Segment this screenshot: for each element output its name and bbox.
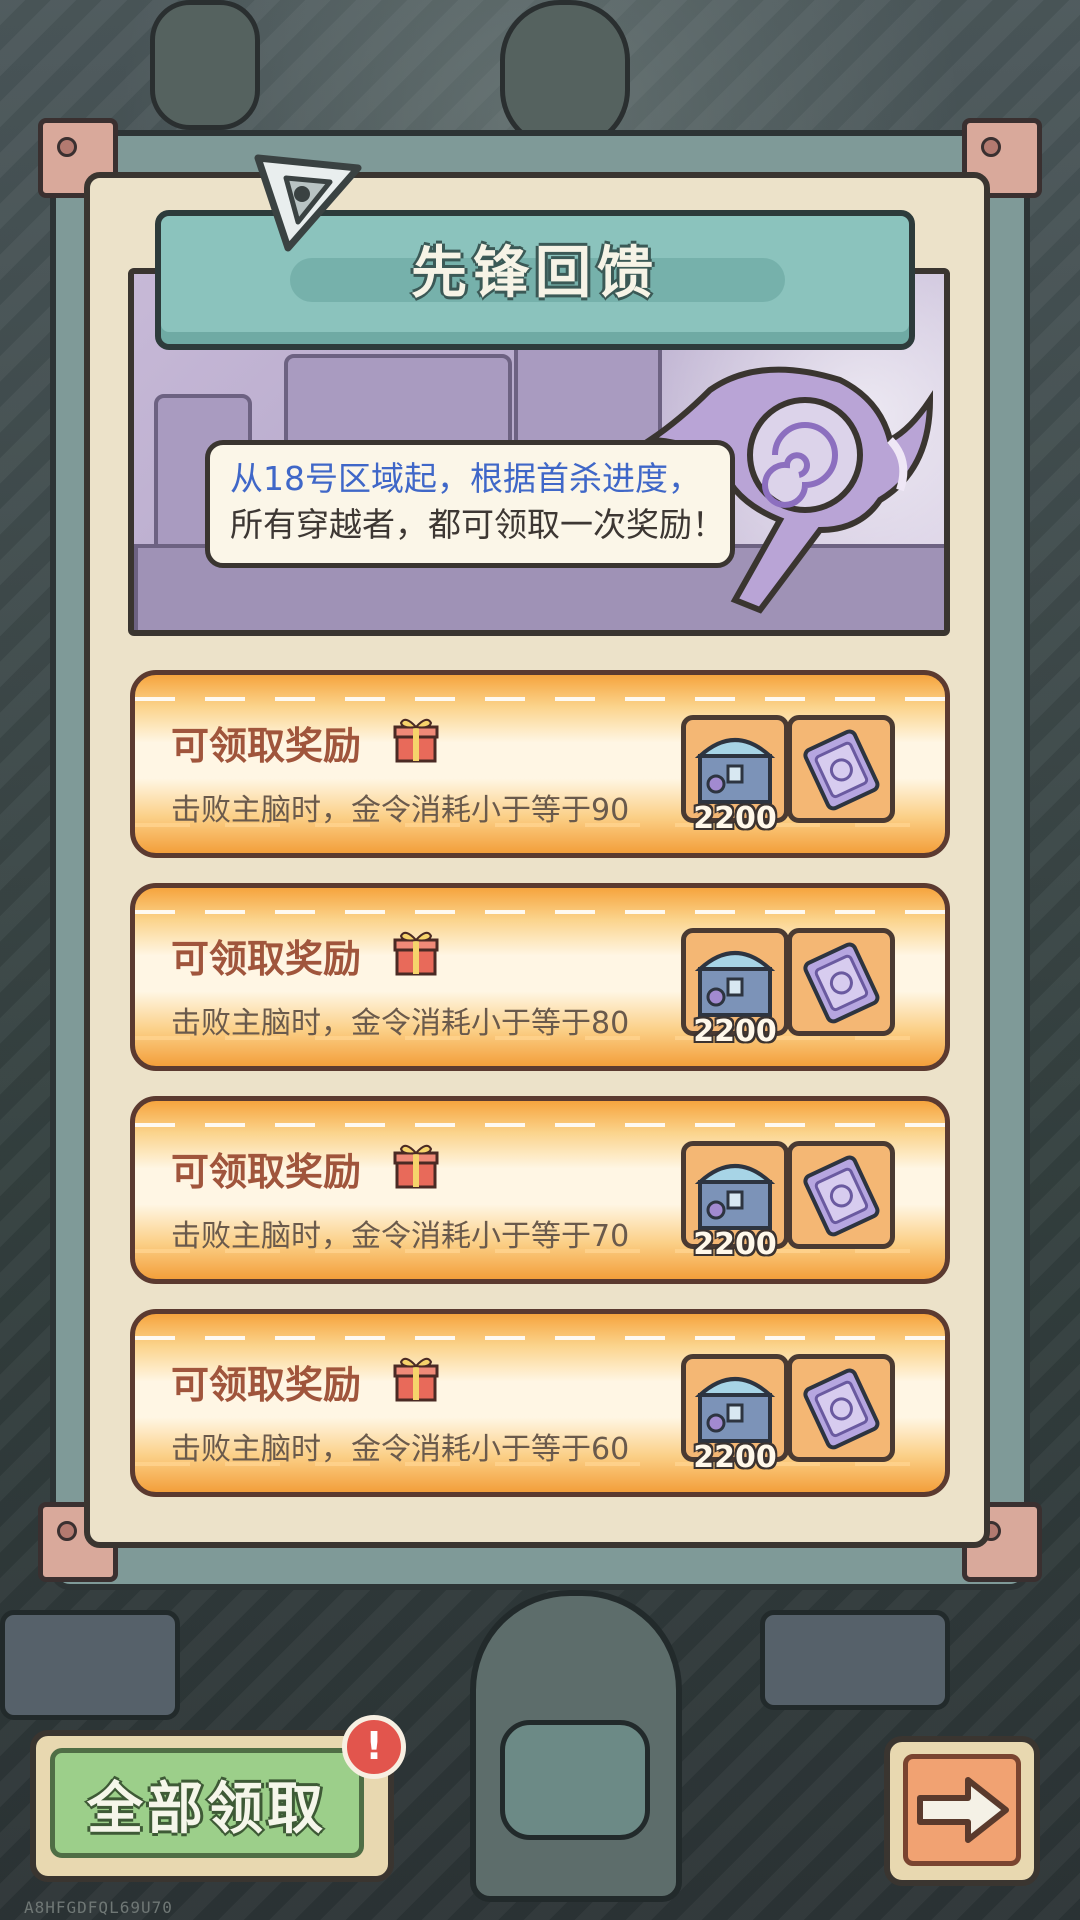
reward-row: 可领取奖励 击败主脑时，金令消耗小于等于90 2200 — [130, 670, 950, 858]
gift-icon — [393, 1144, 439, 1189]
reward-description: 击败主脑时，金令消耗小于等于70 — [171, 1219, 630, 1254]
alert-badge: ! — [342, 1715, 406, 1779]
background-console — [760, 1610, 950, 1710]
reward-item-slot[interactable] — [787, 1141, 895, 1249]
card-icon — [803, 1368, 880, 1450]
banner-text-line1: 从18号区域起，根据首杀进度， — [230, 459, 701, 498]
reward-quantity: 2200 — [693, 801, 777, 836]
reward-item-slot[interactable] — [787, 928, 895, 1036]
background-dome — [500, 0, 630, 150]
reward-row: 可领取奖励 击败主脑时，金令消耗小于等于70 2200 — [130, 1096, 950, 1284]
reward-row: 可领取奖励 击败主脑时，金令消耗小于等于60 2200 — [130, 1309, 950, 1497]
card-icon — [803, 1155, 880, 1237]
gift-icon — [393, 931, 439, 976]
build-code: A8HFGDFQL69U70 — [24, 1898, 173, 1917]
reward-status: 可领取奖励 — [171, 1363, 362, 1407]
triangle-emblem-icon — [254, 154, 362, 252]
background-robot-visor — [500, 1720, 650, 1840]
reward-description: 击败主脑时，金令消耗小于等于60 — [171, 1432, 630, 1467]
reward-description: 击败主脑时，金令消耗小于等于80 — [171, 1006, 630, 1041]
arrow-right-icon[interactable] — [912, 1770, 1012, 1850]
reward-status: 可领取奖励 — [171, 937, 362, 981]
gift-icon — [393, 1357, 439, 1402]
card-icon — [803, 729, 880, 811]
reward-item-slot[interactable] — [787, 715, 895, 823]
banner-text-line2: 所有穿越者，都可领取一次奖励！ — [230, 505, 725, 544]
reward-item-slot[interactable] — [787, 1354, 895, 1462]
card-icon — [803, 942, 880, 1024]
gift-icon — [393, 718, 439, 763]
background-pipe — [150, 0, 260, 130]
reward-row: 可领取奖励 击败主脑时，金令消耗小于等于80 2200 — [130, 883, 950, 1071]
reward-description: 击败主脑时，金令消耗小于等于90 — [171, 793, 630, 828]
reward-quantity: 2200 — [693, 1440, 777, 1475]
claim-all-label[interactable]: 全部领取 — [50, 1764, 364, 1845]
reward-status: 可领取奖励 — [171, 724, 362, 768]
reward-quantity: 2200 — [693, 1014, 777, 1049]
reward-status: 可领取奖励 — [171, 1150, 362, 1194]
background-console — [0, 1610, 180, 1720]
reward-quantity: 2200 — [693, 1227, 777, 1262]
